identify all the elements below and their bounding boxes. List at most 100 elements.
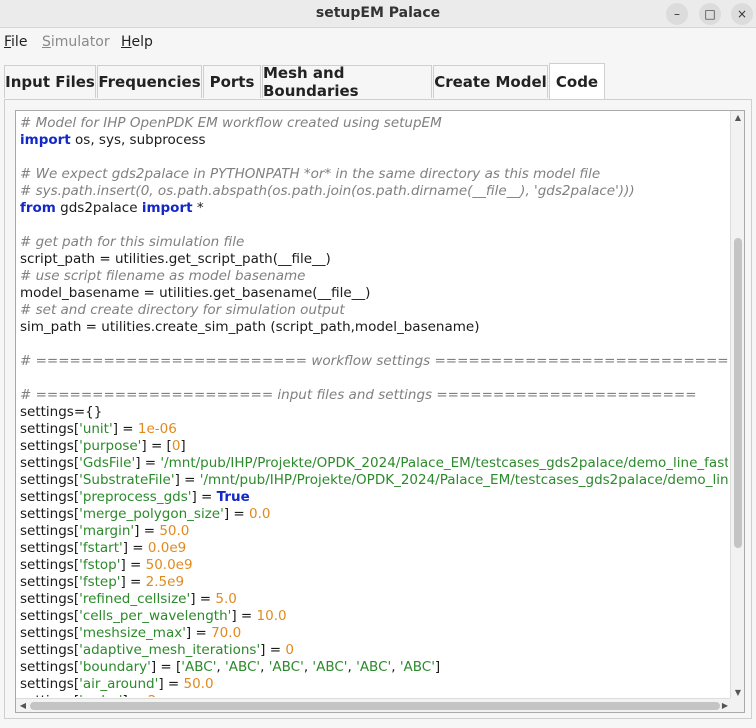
code-token: settings[ [20,421,80,437]
maximize-button[interactable]: □ [699,3,721,25]
code-token: settings[ [20,472,80,488]
code-token: 'margin' [79,523,135,539]
code-line: settings['boundary'] = ['ABC', 'ABC', 'A… [20,659,728,676]
code-token: '/mnt/pub/IHP/Projekte/OPDK_2024/Palace_… [160,455,728,471]
code-token: 'fstep' [79,574,121,590]
code-token: ] = [185,625,212,641]
code-token: ] = [190,591,216,607]
code-token: settings[ [20,676,80,692]
code-token: # get path for this simulation file [20,234,245,250]
code-token: import [20,132,71,148]
code-token: settings[ [20,540,80,556]
code-token: , [260,659,269,675]
code-token: import [141,200,193,216]
code-token: settings[ [20,438,80,454]
tab-code[interactable]: Code [549,63,605,100]
code-line: settings['merge_polygon_size'] = 0.0 [20,506,728,523]
code-token: 'SubstrateFile' [79,472,175,488]
code-token: 10.0 [256,608,287,624]
tab-input-files[interactable]: Input Files [4,65,96,98]
code-token: settings[ [20,693,79,697]
code-token: 'air_around' [79,676,159,692]
menu-simulator[interactable]: Simulator [42,34,110,50]
code-token: 70.0 [211,625,242,641]
code-token: settings[ [20,489,80,505]
code-line: settings['preprocess_gds'] = True [20,489,728,506]
title-bar[interactable]: setupEM Palace – □ × [0,0,756,28]
horizontal-scrollbar[interactable]: ◀ ▶ [16,698,732,712]
code-line: settings['unit'] = 1e-06 [20,421,728,438]
code-token: '/mnt/pub/IHP/Projekte/OPDK_2024/Palace_… [199,472,728,488]
tab-ports[interactable]: Ports [203,65,261,98]
code-line: settings['margin'] = 50.0 [20,523,728,540]
tab-frequencies[interactable]: Frequencies [97,65,202,98]
code-token: settings[ [20,608,80,624]
code-text-area[interactable]: # Model for IHP OpenPDK EM workflow crea… [20,115,728,697]
code-token: # Model for IHP OpenPDK EM workflow crea… [20,115,442,131]
vertical-scrollbar[interactable]: ▲ ▼ [730,111,744,700]
code-token: 'ABC' [181,659,217,675]
code-token: ] = [191,489,217,505]
scroll-up-icon[interactable]: ▲ [731,111,744,125]
code-token: 5.0 [215,591,237,607]
code-token: settings[ [20,642,80,658]
code-token: 0.0 [248,506,271,522]
menu-bar: File Simulator Help [0,29,756,55]
code-line: # set and create directory for simulatio… [20,302,728,319]
code-token: ] = [ [150,659,182,675]
tab-mesh-and-boundaries[interactable]: Mesh and Boundaries [262,64,432,100]
code-token: * [192,200,204,216]
scroll-left-icon[interactable]: ◀ [16,699,30,712]
code-token: # sys.path.insert(0, os.path.abspath(os.… [20,183,635,199]
code-line: settings['air_around'] = 50.0 [20,676,728,693]
code-token: from [20,200,56,216]
code-token: ] = [260,642,286,658]
code-tab-panel: # Model for IHP OpenPDK EM workflow crea… [4,99,752,719]
code-token: 50.0e9 [145,557,193,573]
code-token: 'ABC' [356,659,392,675]
code-token: , [347,659,357,675]
code-token: 'ABC' [268,659,304,675]
code-token: model_basename = utilities.get_basename(… [20,285,371,301]
code-token: ] = [223,506,249,522]
code-line: settings['cells_per_wavelength'] = 10.0 [20,608,728,625]
close-icon: × [736,7,748,21]
code-line: script_path = utilities.get_script_path(… [20,251,728,268]
code-token: 'adaptive_mesh_iterations' [79,642,261,658]
code-token: ] = [120,557,146,573]
code-token: 'cells_per_wavelength' [79,608,232,624]
code-token: 'fstop' [79,557,121,573]
app-window: setupEM Palace – □ × File Simulator Help… [0,0,756,728]
code-line: import os, sys, subprocess [20,132,728,149]
code-token: , [216,659,225,675]
code-token: ] = [120,574,146,590]
code-line: settings['purpose'] = [0] [20,438,728,455]
code-line: settings['SubstrateFile'] = '/mnt/pub/IH… [20,472,728,489]
code-token: # ======================== workflow sett… [20,353,728,369]
code-editor[interactable]: # Model for IHP OpenPDK EM workflow crea… [15,110,745,713]
code-line: sim_path = utilities.create_sim_path (sc… [20,319,728,336]
horizontal-scroll-thumb[interactable] [30,702,720,710]
code-token: ] [434,659,441,675]
code-token: 'ABC' [312,659,348,675]
menu-help[interactable]: Help [121,34,153,50]
code-token: 'refined_cellsize' [79,591,191,607]
close-button[interactable]: × [731,3,753,25]
code-token: 'merge_polygon_size' [79,506,224,522]
code-token: settings[ [20,506,80,522]
code-line: settings['order'] = 2 [20,693,728,697]
code-line: settings={} [20,404,728,421]
vertical-scroll-thumb[interactable] [734,238,742,548]
code-token: 'GdsFile' [79,455,136,471]
code-token: 'preprocess_gds' [79,489,192,505]
code-line: # sys.path.insert(0, os.path.abspath(os.… [20,183,728,200]
code-line: settings['refined_cellsize'] = 5.0 [20,591,728,608]
code-token: script_path = utilities.get_script_path(… [20,251,331,267]
minimize-button[interactable]: – [666,3,688,25]
menu-file[interactable]: File [4,34,27,50]
code-token: ] = [158,676,184,692]
code-line: settings['adaptive_mesh_iterations'] = 0 [20,642,728,659]
tab-create-model[interactable]: Create Model [433,65,548,98]
